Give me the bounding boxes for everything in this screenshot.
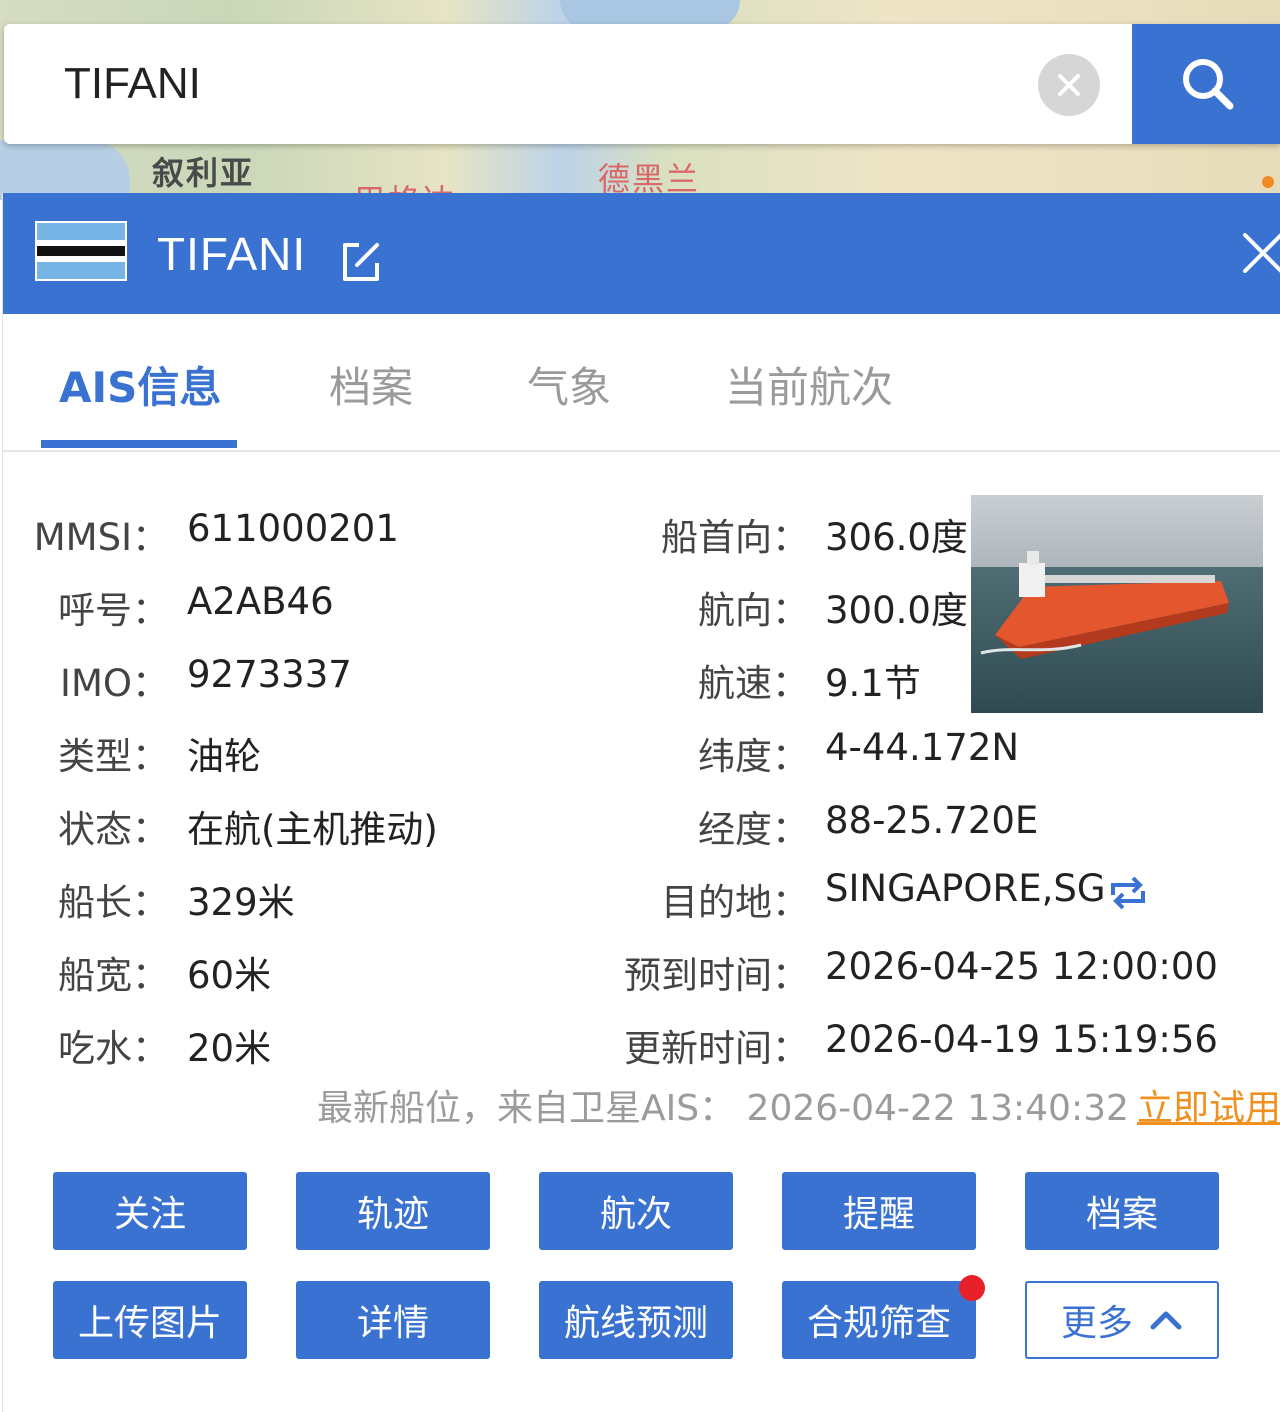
field-value-status: 在航(主机推动) <box>187 808 438 851</box>
notification-badge <box>959 1275 985 1301</box>
field-label-mmsi: MMSI： <box>33 516 169 559</box>
search-button[interactable] <box>1132 24 1280 144</box>
field-label-status: 状态： <box>58 808 169 851</box>
close-icon <box>1058 74 1080 96</box>
more-button[interactable]: 更多 <box>1025 1281 1219 1359</box>
ship-photo[interactable] <box>971 495 1263 713</box>
field-value-destination: SINGAPORE,SG <box>825 867 1106 910</box>
field-value-updated: 2026-04-19 15:19:56 <box>825 1018 1218 1061</box>
field-value-draught: 20米 <box>187 1027 272 1070</box>
route-prediction-button[interactable]: 航线预测 <box>539 1281 733 1359</box>
field-value-callsign: A2AB46 <box>187 580 334 623</box>
field-value-eta: 2026-04-25 12:00:00 <box>825 945 1218 988</box>
field-value-heading: 306.0度 <box>825 516 968 559</box>
field-label-updated: 更新时间： <box>624 1027 809 1070</box>
field-value-latitude: 4-44.172N <box>825 726 1020 769</box>
field-label-longitude: 经度： <box>698 808 809 851</box>
upload-photo-button[interactable]: 上传图片 <box>53 1281 247 1359</box>
field-value-longitude: 88-25.720E <box>825 799 1039 842</box>
field-value-mmsi: 611000201 <box>187 507 399 550</box>
field-label-eta: 预到时间： <box>624 954 809 997</box>
field-label-course: 航向： <box>698 589 809 632</box>
voyage-button[interactable]: 航次 <box>539 1172 733 1250</box>
field-label-beam: 船宽： <box>58 954 169 997</box>
map-marker[interactable] <box>1262 176 1274 188</box>
compliance-screening-button[interactable]: 合规筛查 <box>782 1281 976 1359</box>
field-value-speed: 9.1节 <box>825 662 921 705</box>
field-label-imo: IMO： <box>60 662 169 705</box>
search-bar <box>4 24 1280 144</box>
field-value-length: 329米 <box>187 881 295 924</box>
details-button[interactable]: 详情 <box>296 1281 490 1359</box>
field-value-type: 油轮 <box>187 735 261 778</box>
field-label-length: 船长： <box>58 881 169 924</box>
chevron-up-icon <box>1150 1311 1182 1330</box>
field-label-callsign: 呼号： <box>58 589 169 632</box>
field-label-latitude: 纬度： <box>698 735 809 778</box>
map-water <box>0 140 130 200</box>
close-icon[interactable] <box>1239 229 1280 277</box>
flag-icon <box>35 221 127 281</box>
field-label-type: 类型： <box>58 735 169 778</box>
satellite-ais-note: 最新船位，来自卫星AIS： 2026-04-22 13:40:32 <box>317 1088 1129 1129</box>
search-icon <box>1183 59 1234 110</box>
tab-active-indicator <box>41 440 237 448</box>
more-button-label: 更多 <box>1060 1303 1133 1344</box>
search-input[interactable] <box>64 54 964 114</box>
clear-search-button[interactable] <box>1038 54 1100 116</box>
field-label-destination: 目的地： <box>661 881 809 924</box>
field-label-draught: 吃水： <box>58 1027 169 1070</box>
tab-bar: AIS信息 档案 气象 当前航次 <box>3 314 1280 452</box>
panel-header: TIFANI <box>3 193 1280 314</box>
field-value-course: 300.0度 <box>825 589 968 632</box>
field-value-imo: 9273337 <box>187 653 352 696</box>
try-now-link[interactable]: 立即试用 <box>1137 1079 1280 1131</box>
follow-button[interactable]: 关注 <box>53 1172 247 1250</box>
field-label-heading: 船首向： <box>661 516 809 559</box>
tab-current-voyage[interactable]: 当前航次 <box>725 354 893 415</box>
ship-info-panel: TIFANI AIS信息 档案 气象 当前航次 MMSI： 611000201 … <box>2 193 1280 1412</box>
map-label: 叙利亚 <box>152 154 255 192</box>
refresh-destination-icon[interactable] <box>1105 873 1151 913</box>
ship-name: TIFANI <box>157 228 307 280</box>
archive-button[interactable]: 档案 <box>1025 1172 1219 1250</box>
tab-archive[interactable]: 档案 <box>329 354 413 415</box>
tab-ais-info[interactable]: AIS信息 <box>59 354 221 415</box>
reminder-button[interactable]: 提醒 <box>782 1172 976 1250</box>
track-button[interactable]: 轨迹 <box>296 1172 490 1250</box>
edit-icon[interactable] <box>337 237 385 285</box>
field-label-speed: 航速： <box>698 662 809 705</box>
tab-weather[interactable]: 气象 <box>527 354 611 415</box>
field-value-beam: 60米 <box>187 954 272 997</box>
